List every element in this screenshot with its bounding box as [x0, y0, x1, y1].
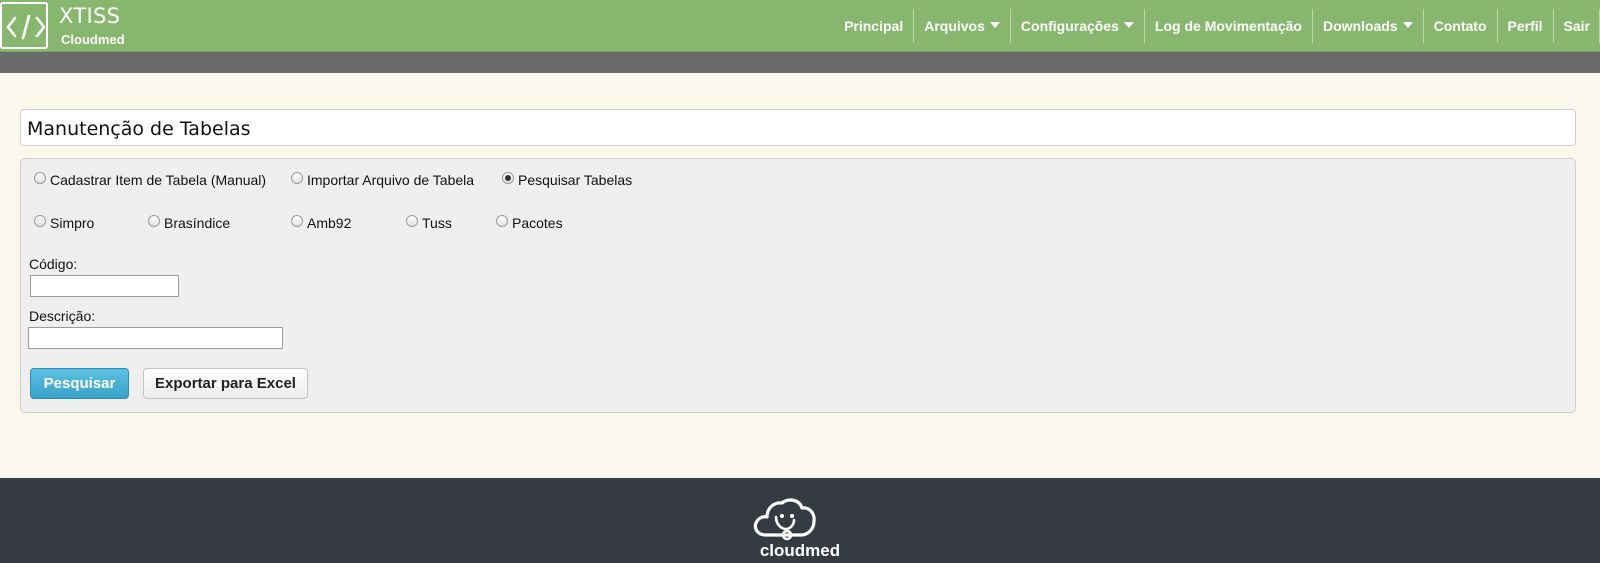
nav-item-label: Arquivos	[924, 18, 985, 34]
title-panel: Manutenção de Tabelas	[20, 109, 1576, 146]
nav-item-principal[interactable]: Principal	[834, 9, 915, 43]
top-navbar: XTISS Cloudmed Principal Arquivos Config…	[0, 0, 1600, 52]
radio-importar-arquivo[interactable]: Importar Arquivo de Tabela	[291, 172, 474, 188]
radio-pesquisar-tabelas[interactable]: Pesquisar Tabelas	[502, 172, 632, 188]
radio-label: Amb92	[307, 215, 352, 231]
nav-item-contato[interactable]: Contato	[1424, 9, 1498, 43]
caret-down-icon	[1402, 22, 1413, 28]
nav-item-perfil[interactable]: Perfil	[1498, 9, 1554, 43]
radio-label: Simpro	[50, 215, 95, 231]
radio-label: Cadastrar Item de Tabela (Manual)	[50, 172, 267, 188]
codigo-label: Código:	[29, 256, 78, 272]
radio-label: Importar Arquivo de Tabela	[307, 172, 475, 188]
export-excel-button[interactable]: Exportar para Excel	[143, 368, 308, 399]
app-title: XTISS	[59, 4, 121, 28]
codigo-input[interactable]	[30, 275, 179, 297]
radio-label: Brasíndice	[164, 215, 231, 231]
cloud-stethoscope-icon	[752, 495, 818, 546]
radio-simpro[interactable]: Simpro	[34, 215, 94, 231]
radio-button[interactable]	[291, 172, 303, 184]
nav-item-label: Configurações	[1020, 18, 1119, 34]
page-title: Manutenção de Tabelas	[27, 118, 251, 140]
nav-item-label: Contato	[1433, 18, 1487, 34]
radio-button[interactable]	[406, 215, 418, 227]
main-nav: Principal Arquivos Configurações Log de …	[834, 9, 1600, 43]
search-form-panel: Cadastrar Item de Tabela (Manual) Import…	[20, 158, 1576, 413]
caret-down-icon	[989, 22, 1000, 28]
radio-button[interactable]	[148, 215, 160, 227]
nav-item-log-movimentacao[interactable]: Log de Movimentação	[1145, 9, 1313, 43]
code-brackets-icon[interactable]	[0, 2, 48, 49]
nav-item-label: Perfil	[1507, 18, 1543, 34]
caret-down-icon	[1123, 22, 1134, 28]
radio-button[interactable]	[496, 215, 508, 227]
nav-item-label: Downloads	[1322, 18, 1398, 34]
footer: cloudmed	[0, 478, 1600, 563]
radio-button[interactable]	[34, 172, 46, 184]
radio-cadastrar-manual[interactable]: Cadastrar Item de Tabela (Manual)	[34, 172, 266, 188]
radio-button-checked[interactable]	[502, 172, 514, 184]
sub-header-bar	[0, 52, 1600, 73]
radio-amb92[interactable]: Amb92	[291, 215, 351, 231]
search-button[interactable]: Pesquisar	[30, 368, 129, 399]
radio-button[interactable]	[34, 215, 46, 227]
nav-item-label: Principal	[844, 18, 904, 34]
table-radio-group: Simpro Brasíndice Amb92 Tuss Pacotes	[21, 215, 1575, 235]
mode-radio-group: Cadastrar Item de Tabela (Manual) Import…	[21, 172, 1575, 192]
nav-item-sair[interactable]: Sair	[1554, 9, 1600, 43]
footer-brand: cloudmed	[759, 541, 841, 560]
radio-label: Pesquisar Tabelas	[518, 172, 633, 188]
nav-item-label: Sair	[1563, 18, 1590, 34]
descricao-label: Descrição:	[29, 308, 96, 324]
nav-item-downloads[interactable]: Downloads	[1313, 9, 1424, 43]
radio-label: Tuss	[422, 215, 452, 231]
radio-tuss[interactable]: Tuss	[406, 215, 452, 231]
radio-button[interactable]	[291, 215, 303, 227]
radio-brasindice[interactable]: Brasíndice	[148, 215, 230, 231]
nav-item-configuracoes[interactable]: Configurações	[1011, 9, 1145, 43]
app-subtitle: Cloudmed	[61, 32, 125, 47]
descricao-input[interactable]	[28, 327, 283, 349]
radio-label: Pacotes	[512, 215, 563, 231]
radio-pacotes[interactable]: Pacotes	[496, 215, 563, 231]
nav-item-label: Log de Movimentação	[1154, 18, 1302, 34]
nav-item-arquivos[interactable]: Arquivos	[914, 9, 1011, 43]
